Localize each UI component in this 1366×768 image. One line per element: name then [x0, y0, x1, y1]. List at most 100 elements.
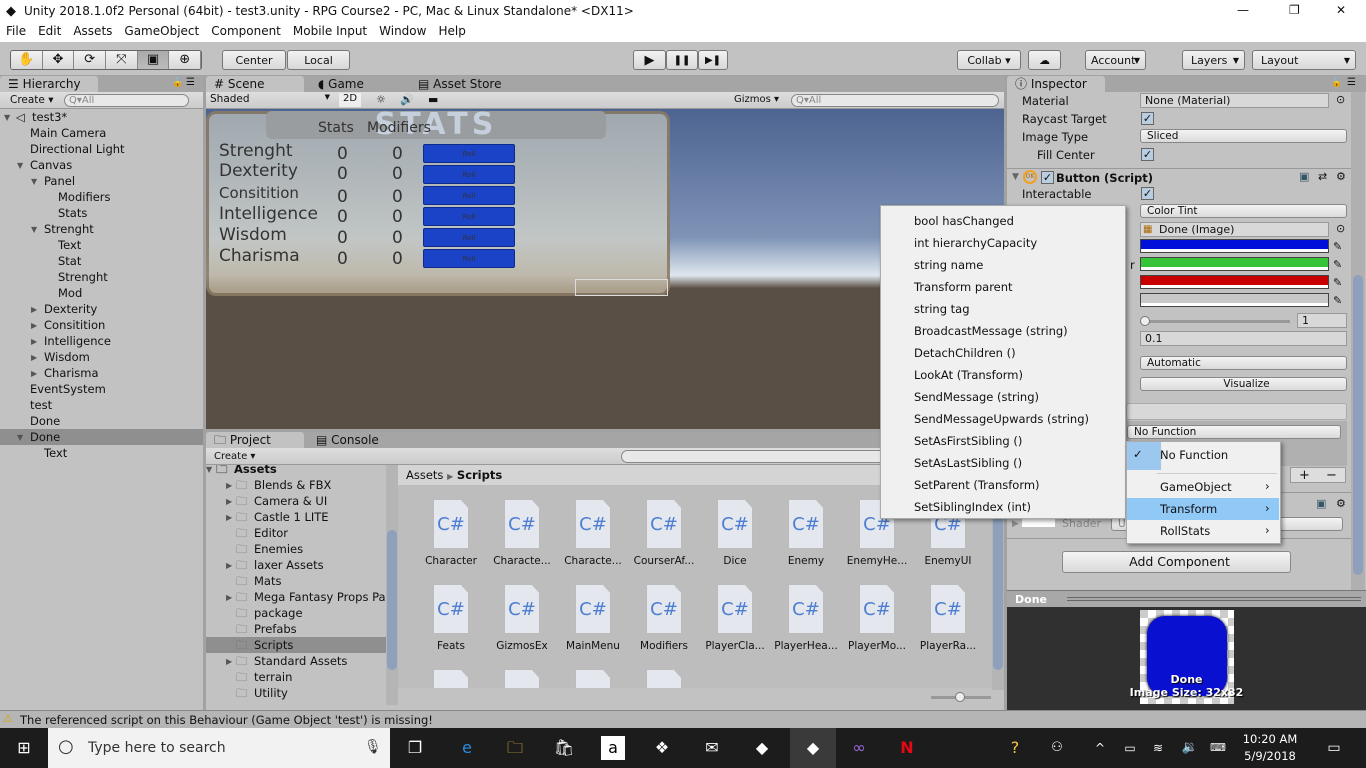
- panel-menu-icon[interactable]: ☰: [186, 77, 195, 88]
- windows-start-icon[interactable]: ⊞: [12, 736, 36, 760]
- hierarchy-item[interactable]: ▶ Intelligence: [0, 333, 203, 349]
- color-multiplier-slider[interactable]: [1140, 316, 1290, 326]
- audio-toggle-icon[interactable]: 🔊: [400, 93, 414, 106]
- script-file[interactable]: C# PlayerMo...: [842, 584, 912, 652]
- collapse-arrow-icon[interactable]: ▶: [226, 494, 232, 510]
- collab-button[interactable]: Collab ▾: [957, 50, 1021, 70]
- menu-component[interactable]: Component: [209, 24, 283, 38]
- volume-icon[interactable]: 🔉: [1178, 736, 1202, 760]
- project-folder[interactable]: 🗀 Scripts: [206, 637, 386, 653]
- button-enabled-checkbox[interactable]: ✓: [1041, 171, 1054, 184]
- pause-button[interactable]: ❚❚: [666, 50, 698, 70]
- script-file[interactable]: C# PlayerRa...: [913, 584, 983, 652]
- lock-icon[interactable]: 🔒: [172, 78, 183, 88]
- hierarchy-item[interactable]: ▶ Charisma: [0, 365, 203, 381]
- project-folder[interactable]: 🗀 Prefabs: [206, 621, 386, 637]
- panel-menu-icon[interactable]: ☰: [1347, 77, 1356, 88]
- account-dropdown[interactable]: Account ▼: [1085, 50, 1146, 70]
- context-menu-item[interactable]: Transform parent: [914, 280, 1013, 294]
- project-folder[interactable]: 🗀 Utility: [206, 685, 386, 701]
- minimize-button[interactable]: —: [1237, 3, 1249, 17]
- tab-asset-store[interactable]: ▤ Asset Store: [410, 76, 510, 92]
- script-file[interactable]: C# Character: [416, 499, 486, 567]
- amazon-icon[interactable]: a: [601, 736, 625, 760]
- netflix-icon[interactable]: N: [895, 736, 919, 760]
- eyedropper-icon[interactable]: ✎: [1333, 240, 1342, 253]
- tab-inspector[interactable]: ⓘ Inspector: [1007, 76, 1105, 92]
- script-file[interactable]: C# MainMenu: [558, 584, 628, 652]
- collapse-arrow-icon[interactable]: ▶: [31, 366, 37, 382]
- layers-dropdown[interactable]: Layers ▼: [1182, 50, 1245, 70]
- transition-dropdown[interactable]: Color Tint: [1140, 204, 1347, 218]
- scale-tool-button[interactable]: ⤧: [106, 51, 138, 69]
- hierarchy-item[interactable]: ▼ Strenght: [0, 221, 203, 237]
- preview-drag-handle[interactable]: [1067, 597, 1361, 601]
- context-menu-item[interactable]: BroadcastMessage (string): [914, 324, 1068, 338]
- project-folder[interactable]: ▼ 🗀 Assets: [206, 465, 386, 477]
- collapse-arrow-icon[interactable]: ▶: [31, 350, 37, 366]
- collapse-arrow-icon[interactable]: ▶: [31, 318, 37, 334]
- collapse-arrow-icon[interactable]: ▶: [226, 590, 232, 606]
- script-file[interactable]: C# Feats: [416, 584, 486, 652]
- roll-button[interactable]: Roll: [423, 144, 515, 163]
- project-folder[interactable]: 🗀 Mats: [206, 573, 386, 589]
- pressed-color-field[interactable]: [1140, 275, 1329, 289]
- project-create-button[interactable]: Create ▾: [214, 451, 255, 462]
- hierarchy-item[interactable]: Main Camera: [0, 125, 203, 141]
- step-button[interactable]: ▶❚: [698, 50, 728, 70]
- layout-dropdown[interactable]: Layout ▼: [1252, 50, 1356, 70]
- task-view-icon[interactable]: ❐: [403, 736, 427, 760]
- help-icon[interactable]: ▣: [1316, 497, 1326, 510]
- collapse-arrow-icon[interactable]: ▶: [226, 558, 232, 574]
- cloud-button[interactable]: ☁: [1028, 50, 1061, 70]
- material-field[interactable]: None (Material): [1140, 93, 1329, 108]
- raycast-target-checkbox[interactable]: ✓: [1141, 112, 1154, 125]
- hierarchy-create-button[interactable]: Create ▾: [10, 94, 54, 106]
- add-component-button[interactable]: Add Component: [1062, 551, 1291, 573]
- disabled-color-field[interactable]: [1140, 293, 1329, 307]
- project-folder[interactable]: 🗀 terrain: [206, 669, 386, 685]
- move-tool-button[interactable]: ✥: [42, 51, 75, 69]
- hierarchy-item[interactable]: Strenght: [0, 269, 203, 285]
- context-menu-item[interactable]: DetachChildren (): [914, 346, 1016, 360]
- pivot-center-button[interactable]: Center: [222, 50, 286, 70]
- lighting-toggle-icon[interactable]: ☼: [376, 93, 386, 106]
- battery-icon[interactable]: ▭: [1118, 736, 1142, 760]
- normal-color-field[interactable]: [1140, 239, 1329, 253]
- collapse-arrow-icon[interactable]: ▶: [31, 302, 37, 318]
- icon-size-slider[interactable]: [931, 692, 991, 702]
- menu-assets[interactable]: Assets: [71, 24, 114, 38]
- script-file[interactable]: C# PlayerCla...: [700, 584, 770, 652]
- function-dropdown[interactable]: No Function: [1127, 425, 1341, 439]
- project-folder[interactable]: 🗀 package: [206, 605, 386, 621]
- pivot-local-button[interactable]: Local: [287, 50, 350, 70]
- store-icon[interactable]: 🛍: [552, 736, 576, 760]
- fade-duration-field[interactable]: 0.1: [1140, 331, 1347, 346]
- clock[interactable]: 10:20 AM 5/9/2018: [1230, 732, 1310, 763]
- status-bar[interactable]: ⚠ The referenced script on this Behaviou…: [0, 710, 1366, 728]
- help-tray-icon[interactable]: ?: [1003, 736, 1027, 760]
- hierarchy-item[interactable]: Modifiers: [0, 189, 203, 205]
- project-folder[interactable]: 🗀 Editor: [206, 525, 386, 541]
- function-menu-item[interactable]: RollStats: [1160, 524, 1210, 538]
- people-icon[interactable]: ⚇: [1045, 736, 1069, 760]
- tab-hierarchy[interactable]: ☰ Hierarchy: [0, 76, 98, 92]
- object-picker-icon[interactable]: ⊙: [1336, 222, 1345, 235]
- play-button[interactable]: ▶: [633, 50, 666, 70]
- project-folder[interactable]: ▶ 🗀 Mega Fantasy Props Pa: [206, 589, 386, 605]
- script-file[interactable]: C# Characte...: [558, 499, 628, 567]
- scene-root[interactable]: ▼ ◁ test3*: [0, 109, 203, 125]
- context-menu-item[interactable]: LookAt (Transform): [914, 368, 1023, 382]
- eyedropper-icon[interactable]: ✎: [1333, 258, 1342, 271]
- visual-studio-icon[interactable]: ∞: [847, 736, 871, 760]
- scene-search-input[interactable]: Q▾All: [791, 94, 999, 107]
- roll-button[interactable]: Roll: [423, 207, 515, 226]
- gizmos-dropdown[interactable]: Gizmos ▾: [734, 94, 779, 105]
- chevron-up-icon[interactable]: ^: [1088, 736, 1112, 760]
- notifications-icon[interactable]: ▭: [1322, 736, 1346, 760]
- project-folder[interactable]: ▶ 🗀 Standard Assets: [206, 653, 386, 669]
- context-menu-item[interactable]: SetAsLastSibling (): [914, 456, 1022, 470]
- rotate-tool-button[interactable]: ⟳: [74, 51, 107, 69]
- hand-tool-button[interactable]: ✋: [11, 51, 43, 69]
- script-file[interactable]: C# Characte...: [487, 499, 557, 567]
